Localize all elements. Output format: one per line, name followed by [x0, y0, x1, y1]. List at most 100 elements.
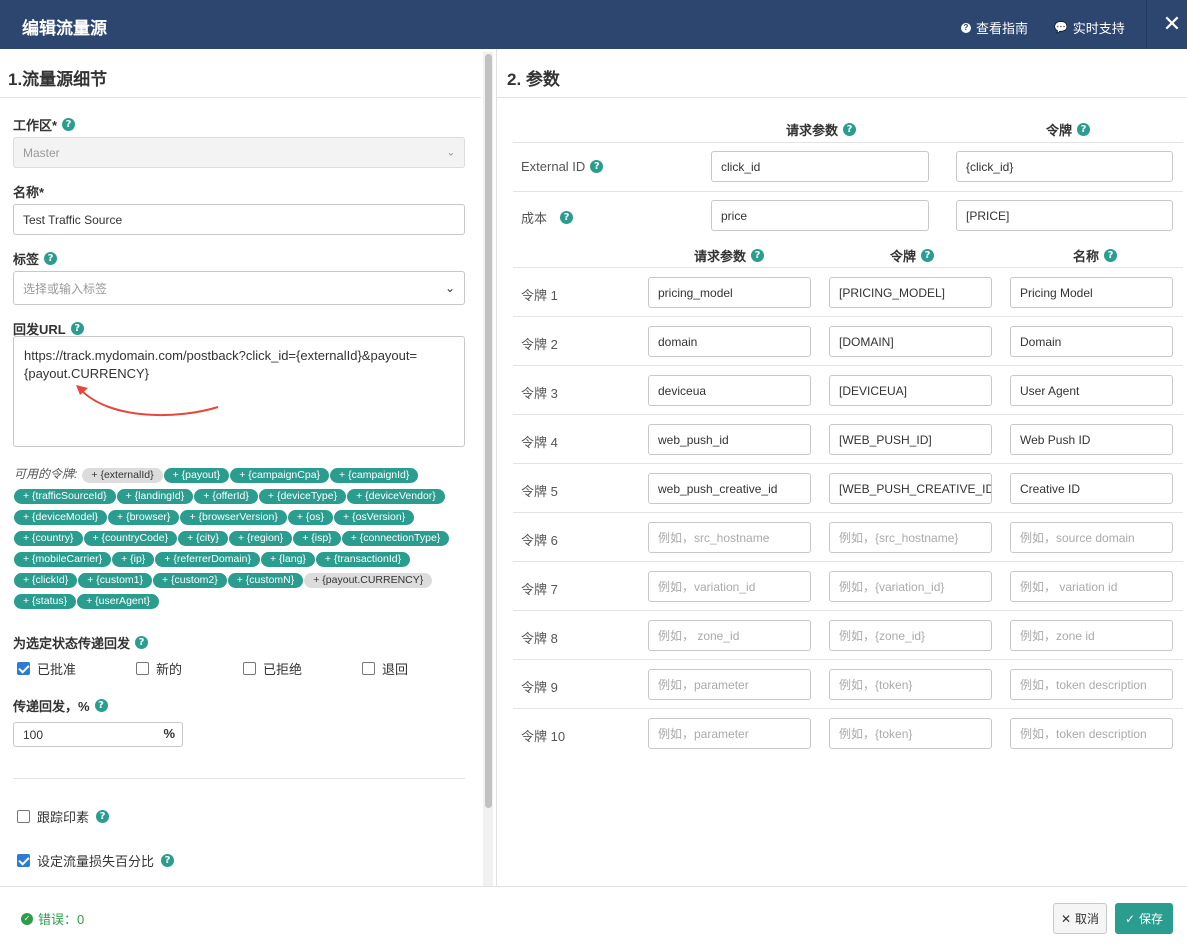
token-chip[interactable]: + {custom2}: [153, 573, 227, 588]
token-chip[interactable]: + {region}: [228, 531, 293, 546]
token-name-input[interactable]: 例如，source domain: [1010, 522, 1173, 553]
token-chip[interactable]: + {osVersion}: [334, 510, 415, 525]
token-chip[interactable]: + {browser}: [108, 510, 180, 525]
name-input[interactable]: Test Traffic Source: [13, 204, 465, 235]
token-chip[interactable]: + {city}: [178, 531, 228, 546]
token-chip[interactable]: + {payout}: [163, 468, 230, 483]
token-name-input[interactable]: Domain: [1010, 326, 1173, 357]
token-param-input[interactable]: deviceua: [648, 375, 811, 406]
token-value-input[interactable]: [DEVICEUA]: [829, 375, 992, 406]
token-name-input[interactable]: Creative ID: [1010, 473, 1173, 504]
token-param-input[interactable]: 例如，parameter: [648, 669, 811, 700]
token-chip[interactable]: + {deviceModel}: [14, 510, 108, 525]
cost-param-input[interactable]: price: [711, 200, 929, 231]
token-chip[interactable]: + {mobileCarrier}: [14, 552, 112, 567]
token-param-input[interactable]: pricing_model: [648, 277, 811, 308]
help-icon[interactable]: ?: [70, 322, 84, 335]
token-chip[interactable]: + {os}: [287, 510, 334, 525]
token-chip[interactable]: + {campaignId}: [330, 468, 419, 483]
help-icon[interactable]: ?: [751, 249, 765, 262]
token-chip[interactable]: + {ip}: [112, 552, 155, 567]
token-chip[interactable]: + {userAgent}: [77, 594, 160, 609]
token-chip[interactable]: + {isp}: [293, 531, 341, 546]
cost-token-input[interactable]: [PRICE]: [956, 200, 1173, 231]
token-param-input[interactable]: 例如，src_hostname: [648, 522, 811, 553]
token-param-input[interactable]: 例如，variation_id: [648, 571, 811, 602]
token-chip[interactable]: + {payout.CURRENCY}: [304, 573, 433, 588]
token-chip[interactable]: + {trafficSourceId}: [14, 489, 116, 504]
token-param-input[interactable]: 例如，parameter: [648, 718, 811, 749]
token-name-input[interactable]: 例如，zone id: [1010, 620, 1173, 651]
external-id-token-input[interactable]: {click_id}: [956, 151, 1173, 182]
close-icon[interactable]: ✕: [1160, 11, 1184, 37]
traffic-loss-checkbox[interactable]: 设定流量损失百分比 ?: [17, 851, 175, 870]
percent-icon: %: [163, 726, 175, 741]
token-value-input[interactable]: 例如，{token}: [829, 718, 992, 749]
token-chip[interactable]: + {countryCode}: [83, 531, 178, 546]
token-chip[interactable]: + {lang}: [261, 552, 315, 567]
token-value-input[interactable]: [PRICING_MODEL]: [829, 277, 992, 308]
help-icon[interactable]: ?: [96, 810, 110, 823]
cancel-button[interactable]: ✕ 取消: [1053, 903, 1107, 934]
external-id-param-input[interactable]: click_id: [711, 151, 929, 182]
error-count: ✓ 错误：0: [21, 909, 84, 928]
help-icon[interactable]: ?: [921, 249, 935, 262]
tags-select[interactable]: 选择或输入标签 ⌄: [13, 271, 465, 305]
token-chip[interactable]: + {status}: [14, 594, 77, 609]
token-value-input[interactable]: [DOMAIN]: [829, 326, 992, 357]
token-param-input[interactable]: web_push_id: [648, 424, 811, 455]
token-chip[interactable]: + {connectionType}: [341, 531, 450, 546]
token-param-input[interactable]: domain: [648, 326, 811, 357]
token-name-input[interactable]: 例如，token description: [1010, 669, 1173, 700]
token-value-input[interactable]: 例如，{src_hostname}: [829, 522, 992, 553]
token-chip[interactable]: + {custom1}: [78, 573, 152, 588]
tags-placeholder: 选择或输入标签: [23, 281, 108, 296]
token-chip[interactable]: + {customN}: [227, 573, 304, 588]
save-button[interactable]: ✓ 保存: [1115, 903, 1173, 934]
token-chip[interactable]: + {referrerDomain}: [155, 552, 260, 567]
token-chip[interactable]: + {campaignCpa}: [230, 468, 330, 483]
token-chip[interactable]: + {deviceVendor}: [347, 489, 445, 504]
token-name-input[interactable]: 例如， variation id: [1010, 571, 1173, 602]
token-chip[interactable]: + {landingId}: [116, 489, 194, 504]
token-chip[interactable]: + {offerId}: [194, 489, 258, 504]
help-icon[interactable]: ?: [44, 252, 58, 265]
token-name-input[interactable]: User Agent: [1010, 375, 1173, 406]
help-icon[interactable]: ?: [62, 118, 76, 131]
token-value-input[interactable]: 例如，{variation_id}: [829, 571, 992, 602]
help-icon[interactable]: ?: [1077, 123, 1091, 136]
status-new-checkbox[interactable]: 新的: [136, 659, 182, 678]
live-support-label: 实时支持: [1072, 21, 1125, 36]
help-icon[interactable]: ?: [94, 699, 108, 712]
token-chip[interactable]: + {clickId}: [14, 573, 78, 588]
token-param-input[interactable]: web_push_creative_id: [648, 473, 811, 504]
token-value-input[interactable]: [WEB_PUSH_CREATIVE_ID]: [829, 473, 992, 504]
token-chip[interactable]: + {deviceType}: [258, 489, 347, 504]
help-icon[interactable]: ?: [135, 636, 149, 649]
token-name-input[interactable]: Pricing Model: [1010, 277, 1173, 308]
status-rejected-checkbox[interactable]: 已拒绝: [243, 659, 302, 678]
view-guide-link[interactable]: ? 查看指南: [961, 18, 1028, 37]
help-icon[interactable]: ?: [590, 160, 604, 173]
help-icon[interactable]: ?: [560, 211, 574, 224]
status-refund-checkbox[interactable]: 退回: [362, 659, 408, 678]
pass-postback-percent-input[interactable]: 100 %: [13, 722, 183, 747]
left-panel-scrollbar-thumb[interactable]: [485, 54, 492, 808]
help-icon[interactable]: ?: [1104, 249, 1118, 262]
row-line: [513, 463, 1183, 464]
track-impressions-checkbox[interactable]: 跟踪印素 ?: [17, 807, 110, 826]
token-chip[interactable]: + {externalId}: [82, 468, 163, 483]
token-value-input[interactable]: 例如，{token}: [829, 669, 992, 700]
token-name-input[interactable]: Web Push ID: [1010, 424, 1173, 455]
token-name-input[interactable]: 例如，token description: [1010, 718, 1173, 749]
help-icon[interactable]: ?: [843, 123, 857, 136]
token-chip[interactable]: + {transactionId}: [315, 552, 411, 567]
token-param-input[interactable]: 例如， zone_id: [648, 620, 811, 651]
token-chip[interactable]: + {country}: [14, 531, 83, 546]
token-value-input[interactable]: [WEB_PUSH_ID]: [829, 424, 992, 455]
help-icon[interactable]: ?: [161, 854, 175, 867]
token-value-input[interactable]: 例如，{zone_id}: [829, 620, 992, 651]
status-approved-checkbox[interactable]: 已批准: [17, 659, 76, 678]
live-support-link[interactable]: 💬 实时支持: [1054, 18, 1125, 37]
token-chip[interactable]: + {browserVersion}: [180, 510, 287, 525]
